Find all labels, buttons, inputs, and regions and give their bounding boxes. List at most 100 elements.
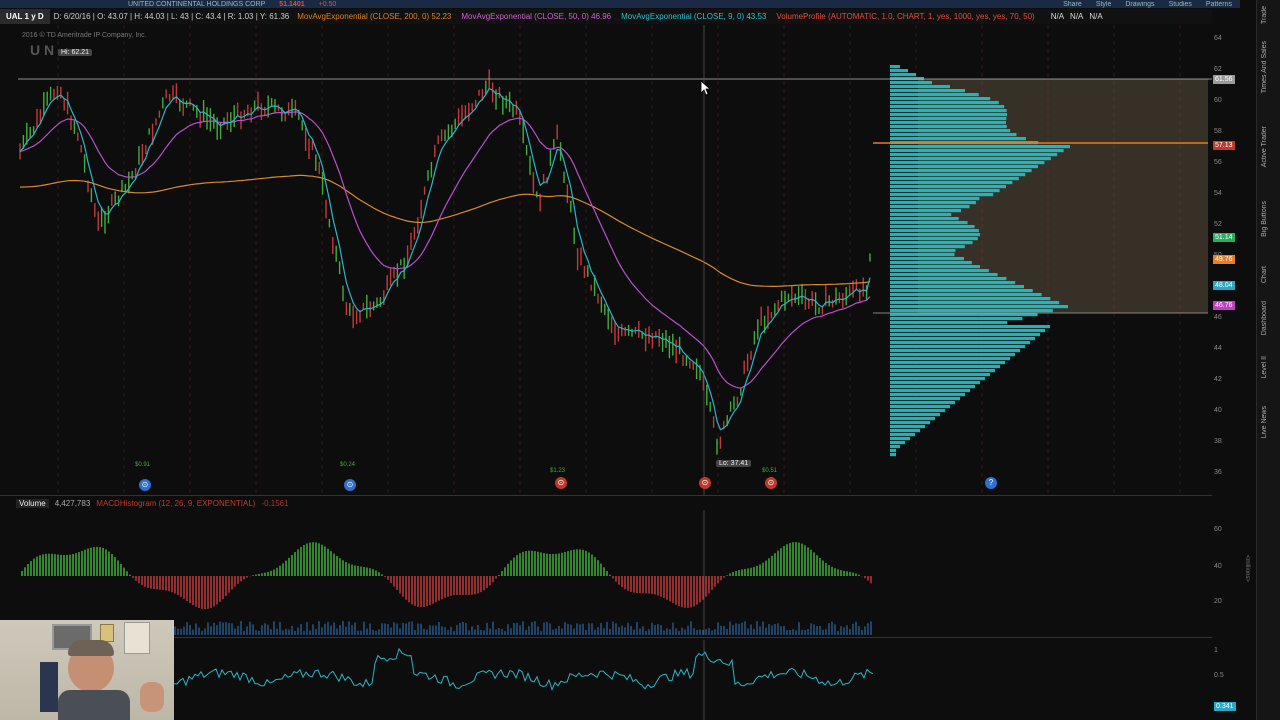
osc-axis-1: 1 — [1214, 647, 1218, 654]
volume-profile-bar — [890, 441, 905, 445]
volume-profile-bar — [890, 169, 1032, 173]
volume-profile-bar — [890, 149, 1064, 153]
sidebar-tab-dashboard[interactable]: Dashboard — [1261, 301, 1275, 335]
symbol-selector[interactable]: UAL 1 y D — [0, 9, 50, 24]
price-axis-label: 60 — [1214, 97, 1222, 104]
sidebar-tab-live-news[interactable]: Live News — [1261, 406, 1275, 438]
volume-profile-bar — [890, 73, 916, 77]
volume-profile-bar — [890, 425, 925, 429]
price-tag: 48.04 — [1213, 281, 1235, 290]
volume-axis-60: 60 — [1214, 526, 1222, 533]
volume-profile-bar — [890, 321, 1008, 325]
volume-profile-bar — [890, 93, 979, 97]
ema-200-label[interactable]: MovAvgExponential (CLOSE, 200, 0) 52.23 — [297, 12, 451, 21]
price-tag: 46.76 — [1213, 301, 1235, 310]
volume-profile-bar — [890, 97, 991, 101]
share-button[interactable]: Share — [1063, 1, 1082, 8]
volume-profile-bar — [890, 221, 968, 225]
volume-profile-bar — [890, 125, 1007, 129]
volume-profile-bar — [890, 225, 975, 229]
volume-profile-bar — [890, 213, 952, 217]
earnings-marker-3[interactable]: ⊙ — [555, 477, 567, 489]
volume-macd-chart[interactable] — [18, 510, 1212, 635]
volume-profile-bar — [890, 173, 1026, 177]
sidebar-tab-level-ii[interactable]: Level II — [1261, 356, 1275, 379]
volume-profile-bar — [890, 69, 908, 73]
price-axis-label: 62 — [1214, 66, 1222, 73]
right-sidebar: Trade Times And Sales Active Trader Big But… — [1256, 0, 1280, 720]
price-axis-label: 46 — [1214, 314, 1222, 321]
earnings-marker-5[interactable]: ⊙ — [765, 477, 777, 489]
price-axis-label: 42 — [1214, 376, 1222, 383]
price-axis-label: 38 — [1214, 438, 1222, 445]
volume-profile-bar — [890, 305, 1068, 309]
volume-profile-bar — [890, 381, 980, 385]
macd-label[interactable]: MACDHistogram (12, 26, 9, EXPONENTIAL) — [96, 499, 255, 508]
volume-profile-bar — [890, 65, 900, 69]
volume-profile-bar — [890, 413, 940, 417]
volume-profile-bar — [890, 153, 1058, 157]
osc-value-tag: 0.341 — [1214, 702, 1236, 711]
volume-profile-bar — [890, 121, 1006, 125]
price-tag: 51.14 — [1213, 233, 1235, 242]
volume-profile-bar — [890, 205, 970, 209]
sidebar-tab-active-trader[interactable]: Active Trader — [1261, 126, 1275, 167]
na-readout-2: N/A — [1070, 12, 1084, 21]
volume-profile-bar — [890, 421, 930, 425]
volume-profile-bar — [890, 377, 985, 381]
volume-profile-bar — [890, 113, 1008, 117]
na-readout-3: N/A — [1089, 12, 1103, 21]
price-tag: 57.13 — [1213, 141, 1235, 150]
volume-profile-bar — [890, 297, 1051, 301]
volume-profile-bar — [890, 265, 980, 269]
net-change: +0.50 — [318, 0, 337, 8]
volume-profile-bar — [890, 325, 1050, 329]
volume-profile-bar — [890, 105, 1005, 109]
volume-profile-bar — [890, 281, 1016, 285]
sidebar-tab-chart[interactable]: Chart — [1261, 266, 1275, 283]
volume-profile-bar — [890, 181, 1013, 185]
mouse-cursor-icon — [700, 80, 712, 96]
copyright-text: 2016 © TD Ameritrade IP Company, Inc. — [22, 31, 147, 39]
drawings-button[interactable]: Drawings — [1125, 1, 1154, 8]
panel-divider[interactable] — [0, 495, 1212, 496]
presenter-hand — [140, 682, 164, 712]
macd-value: -0.1561 — [261, 498, 289, 508]
volume-profile-bar — [890, 201, 976, 205]
panel-divider-2[interactable] — [0, 637, 1212, 638]
low-label: Lo: 37.41 — [716, 460, 752, 467]
company-name: UNITED CONTINENTAL HOLDINGS CORP — [128, 0, 266, 8]
volume-profile-bar — [890, 85, 950, 89]
sidebar-tab-big-buttons[interactable]: Big Buttons — [1261, 201, 1275, 237]
patterns-button[interactable]: Patterns — [1206, 1, 1232, 8]
sidebar-tab-trade[interactable]: Trade — [1261, 6, 1275, 24]
volume-profile-bar — [890, 209, 961, 213]
help-icon[interactable]: ? — [985, 477, 997, 489]
volume-unit: <millions> — [1244, 555, 1250, 583]
earnings-marker-1[interactable]: ⊙ — [139, 479, 151, 491]
volume-profile-bar — [890, 241, 973, 245]
price-axis-label: 52 — [1214, 221, 1222, 228]
volume-profile-bar — [890, 333, 1040, 337]
earnings-marker-4[interactable]: ⊙ — [699, 477, 711, 489]
volume-profile-bar — [890, 433, 915, 437]
volume-profile-bar — [890, 405, 950, 409]
volume-profile-bar — [890, 397, 960, 401]
ema-50-label[interactable]: MovAvgExponential (CLOSE, 50, 0) 46.96 — [461, 12, 611, 21]
ema-9-label[interactable]: MovAvgExponential (CLOSE, 9, 0) 43.53 — [621, 12, 766, 21]
volume-panel-header: Volume 4,427,783 MACDHistogram (12, 26, … — [16, 497, 289, 509]
event-label-1: $0.91 — [135, 462, 151, 468]
volume-profile-bar — [890, 229, 979, 233]
oscillator-chart[interactable] — [174, 640, 1212, 720]
earnings-marker-2[interactable]: ⊙ — [344, 479, 356, 491]
volume-profile-bar — [890, 389, 970, 393]
volume-profile-bar — [890, 185, 1006, 189]
style-button[interactable]: Style — [1096, 1, 1112, 8]
price-chart[interactable]: 2016 © TD Ameritrade IP Company, Inc. U … — [18, 25, 1212, 495]
studies-button[interactable]: Studies — [1169, 1, 1192, 8]
sidebar-tab-times-and-sales[interactable]: Times And Sales — [1261, 41, 1275, 93]
price-axis-label: 64 — [1214, 35, 1222, 42]
study-header-bar: UAL 1 y D D: 6/20/16 | O: 43.07 | H: 44.… — [0, 9, 1212, 24]
volume-profile-bar — [890, 289, 1033, 293]
volume-profile-label[interactable]: VolumeProfile (AUTOMATIC, 1.0, CHART, 1,… — [776, 12, 1034, 21]
